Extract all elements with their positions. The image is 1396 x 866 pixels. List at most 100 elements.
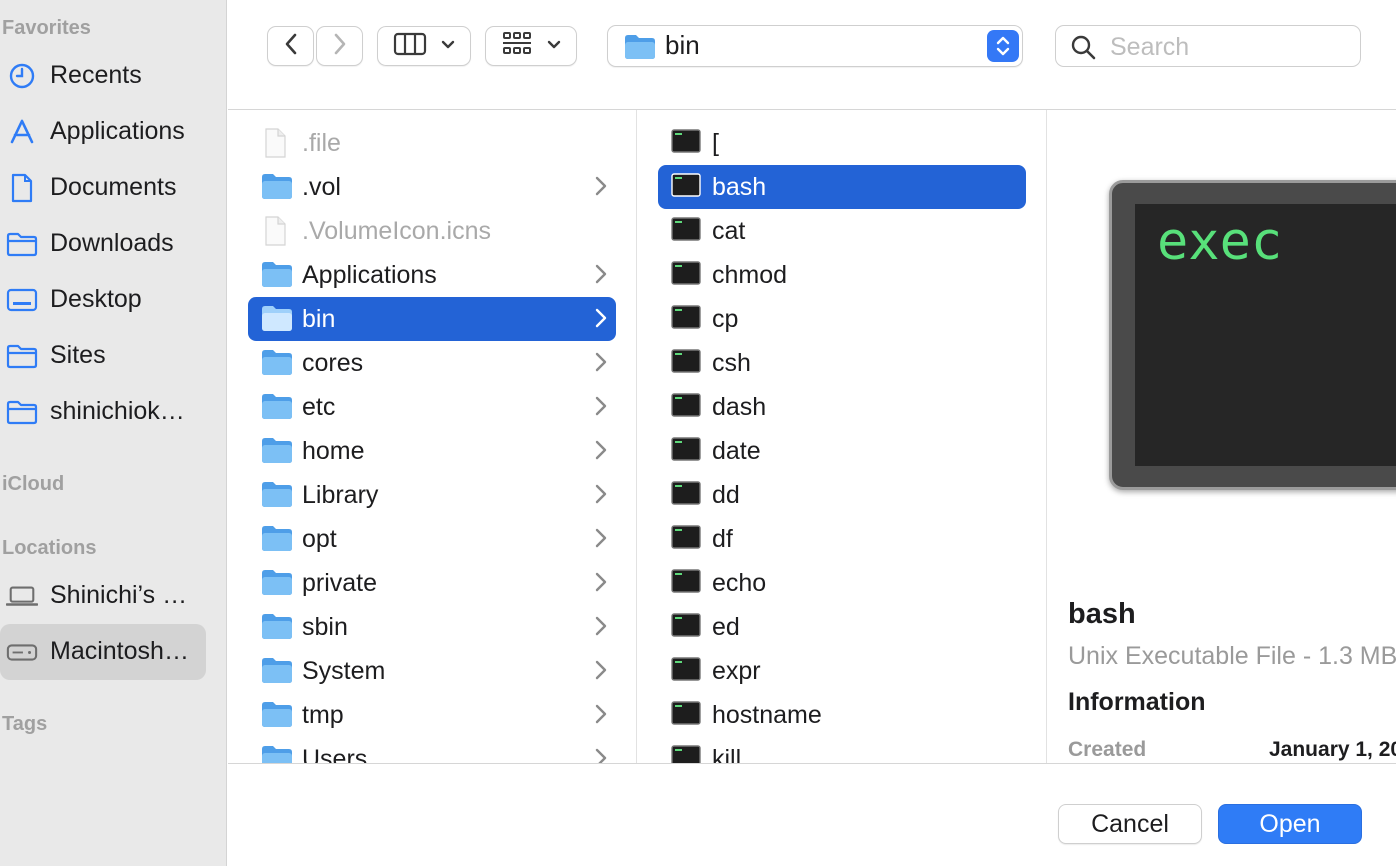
applications-icon <box>6 118 38 146</box>
folder-icon <box>624 33 656 65</box>
favorites-heading: Favorites <box>2 17 91 39</box>
forward-button[interactable] <box>316 26 363 66</box>
list-item[interactable]: cores <box>248 341 616 385</box>
sidebar-item-documents[interactable]: Documents <box>0 160 206 216</box>
search-field[interactable] <box>1055 25 1361 67</box>
terminal-preview-thumbnail: exec <box>1109 180 1396 490</box>
list-item[interactable]: .VolumeIcon.icns <box>248 209 616 253</box>
item-name: [ <box>712 129 719 157</box>
back-button[interactable] <box>267 26 314 66</box>
sidebar-item-macbook[interactable]: Shinichi’s MacBook <box>0 568 206 624</box>
list-item[interactable]: kill <box>658 737 1026 763</box>
sidebar-item-label: shinichiokada <box>50 397 190 425</box>
list-item[interactable]: dash <box>658 385 1026 429</box>
group-button[interactable] <box>485 26 577 66</box>
folder-icon <box>261 392 293 422</box>
sidebar-item-recents[interactable]: Recents <box>0 48 206 104</box>
list-item[interactable]: System <box>248 649 616 693</box>
chevron-right-icon <box>594 263 608 285</box>
list-item[interactable]: opt <box>248 517 616 561</box>
list-item[interactable]: bash <box>658 165 1026 209</box>
item-name: dd <box>712 481 740 509</box>
cancel-button[interactable]: Cancel <box>1058 804 1202 844</box>
sidebar-item-label: Shinichi’s MacBook <box>50 581 190 609</box>
list-item[interactable]: tmp <box>248 693 616 737</box>
list-item[interactable]: df <box>658 517 1026 561</box>
terminal-screen: exec <box>1135 204 1396 466</box>
sidebar-item-home[interactable]: shinichiokada <box>0 384 206 440</box>
sidebar-item-label: Sites <box>50 341 106 369</box>
list-item[interactable]: date <box>658 429 1026 473</box>
search-input[interactable] <box>1108 30 1352 64</box>
sidebar-item-label: Documents <box>50 173 177 201</box>
list-item[interactable]: sbin <box>248 605 616 649</box>
folder-icon <box>261 436 293 466</box>
list-item[interactable]: echo <box>658 561 1026 605</box>
grid-group-icon <box>501 31 533 62</box>
terminal-executable-icon <box>671 612 703 642</box>
file-icon <box>261 216 293 246</box>
terminal-executable-icon <box>671 656 703 686</box>
list-item[interactable]: Library <box>248 473 616 517</box>
sidebar-item-applications[interactable]: Applications <box>0 104 206 160</box>
list-item[interactable]: cp <box>658 297 1026 341</box>
disk-icon <box>6 638 38 666</box>
list-item[interactable]: ed <box>658 605 1026 649</box>
sidebar-item-label: Macintosh HD <box>50 637 190 665</box>
tags-heading: Tags <box>2 713 48 735</box>
column-browser: .file .vol .VolumeIcon.icns Applications bin… <box>228 110 1396 764</box>
list-item[interactable]: home <box>248 429 616 473</box>
bin-column[interactable]: [ bash cat chmod cp csh dash date dd df echo ed expr… <box>637 110 1047 763</box>
clock-icon <box>6 62 38 90</box>
root-column[interactable]: .file .vol .VolumeIcon.icns Applications bin… <box>228 110 637 763</box>
list-item[interactable]: private <box>248 561 616 605</box>
list-item[interactable]: dd <box>658 473 1026 517</box>
list-item[interactable]: Applications <box>248 253 616 297</box>
created-label: Created <box>1068 738 1147 761</box>
folder-icon <box>6 230 38 258</box>
folder-icon <box>261 172 293 202</box>
icloud-heading: iCloud <box>2 473 65 495</box>
sidebar-item-macintosh-hd[interactable]: Macintosh HD <box>0 624 206 680</box>
item-name: System <box>302 657 386 685</box>
folder-icon <box>261 480 293 510</box>
list-item[interactable]: expr <box>658 649 1026 693</box>
folder-icon <box>261 260 293 290</box>
sidebar-item-downloads[interactable]: Downloads <box>0 216 206 272</box>
list-item[interactable]: [ <box>658 121 1026 165</box>
sidebar-item-sites[interactable]: Sites <box>0 328 206 384</box>
chevron-right-icon <box>594 175 608 197</box>
sidebar-item-desktop[interactable]: Desktop <box>0 272 206 328</box>
terminal-executable-icon <box>671 216 703 246</box>
item-name: tmp <box>302 701 344 729</box>
list-item[interactable]: hostname <box>658 693 1026 737</box>
item-name: .VolumeIcon.icns <box>302 217 491 245</box>
list-item[interactable]: .file <box>248 121 616 165</box>
item-name: bash <box>712 173 767 201</box>
chevron-right-icon <box>594 747 608 763</box>
terminal-executable-icon <box>671 744 703 763</box>
open-button[interactable]: Open <box>1218 804 1362 844</box>
item-name: date <box>712 437 761 465</box>
preview-kind: Unix Executable File - 1.3 MB <box>1068 642 1396 670</box>
list-item[interactable]: .vol <box>248 165 616 209</box>
item-name: opt <box>302 525 337 553</box>
item-name: hostname <box>712 701 822 729</box>
view-mode-button[interactable] <box>377 26 471 66</box>
laptop-icon <box>6 582 38 610</box>
list-item[interactable]: cat <box>658 209 1026 253</box>
terminal-executable-icon <box>671 480 703 510</box>
columns-view-icon <box>393 32 427 61</box>
document-icon <box>6 173 38 203</box>
terminal-executable-icon <box>671 524 703 554</box>
list-item[interactable]: etc <box>248 385 616 429</box>
locations-heading: Locations <box>2 537 97 559</box>
path-popup[interactable]: bin <box>607 25 1023 67</box>
list-item[interactable]: csh <box>658 341 1026 385</box>
list-item[interactable]: Users <box>248 737 616 763</box>
chevron-right-icon <box>594 395 608 417</box>
chevron-right-icon <box>594 527 608 549</box>
chevron-down-icon <box>441 37 455 55</box>
list-item[interactable]: chmod <box>658 253 1026 297</box>
list-item[interactable]: bin <box>248 297 616 341</box>
